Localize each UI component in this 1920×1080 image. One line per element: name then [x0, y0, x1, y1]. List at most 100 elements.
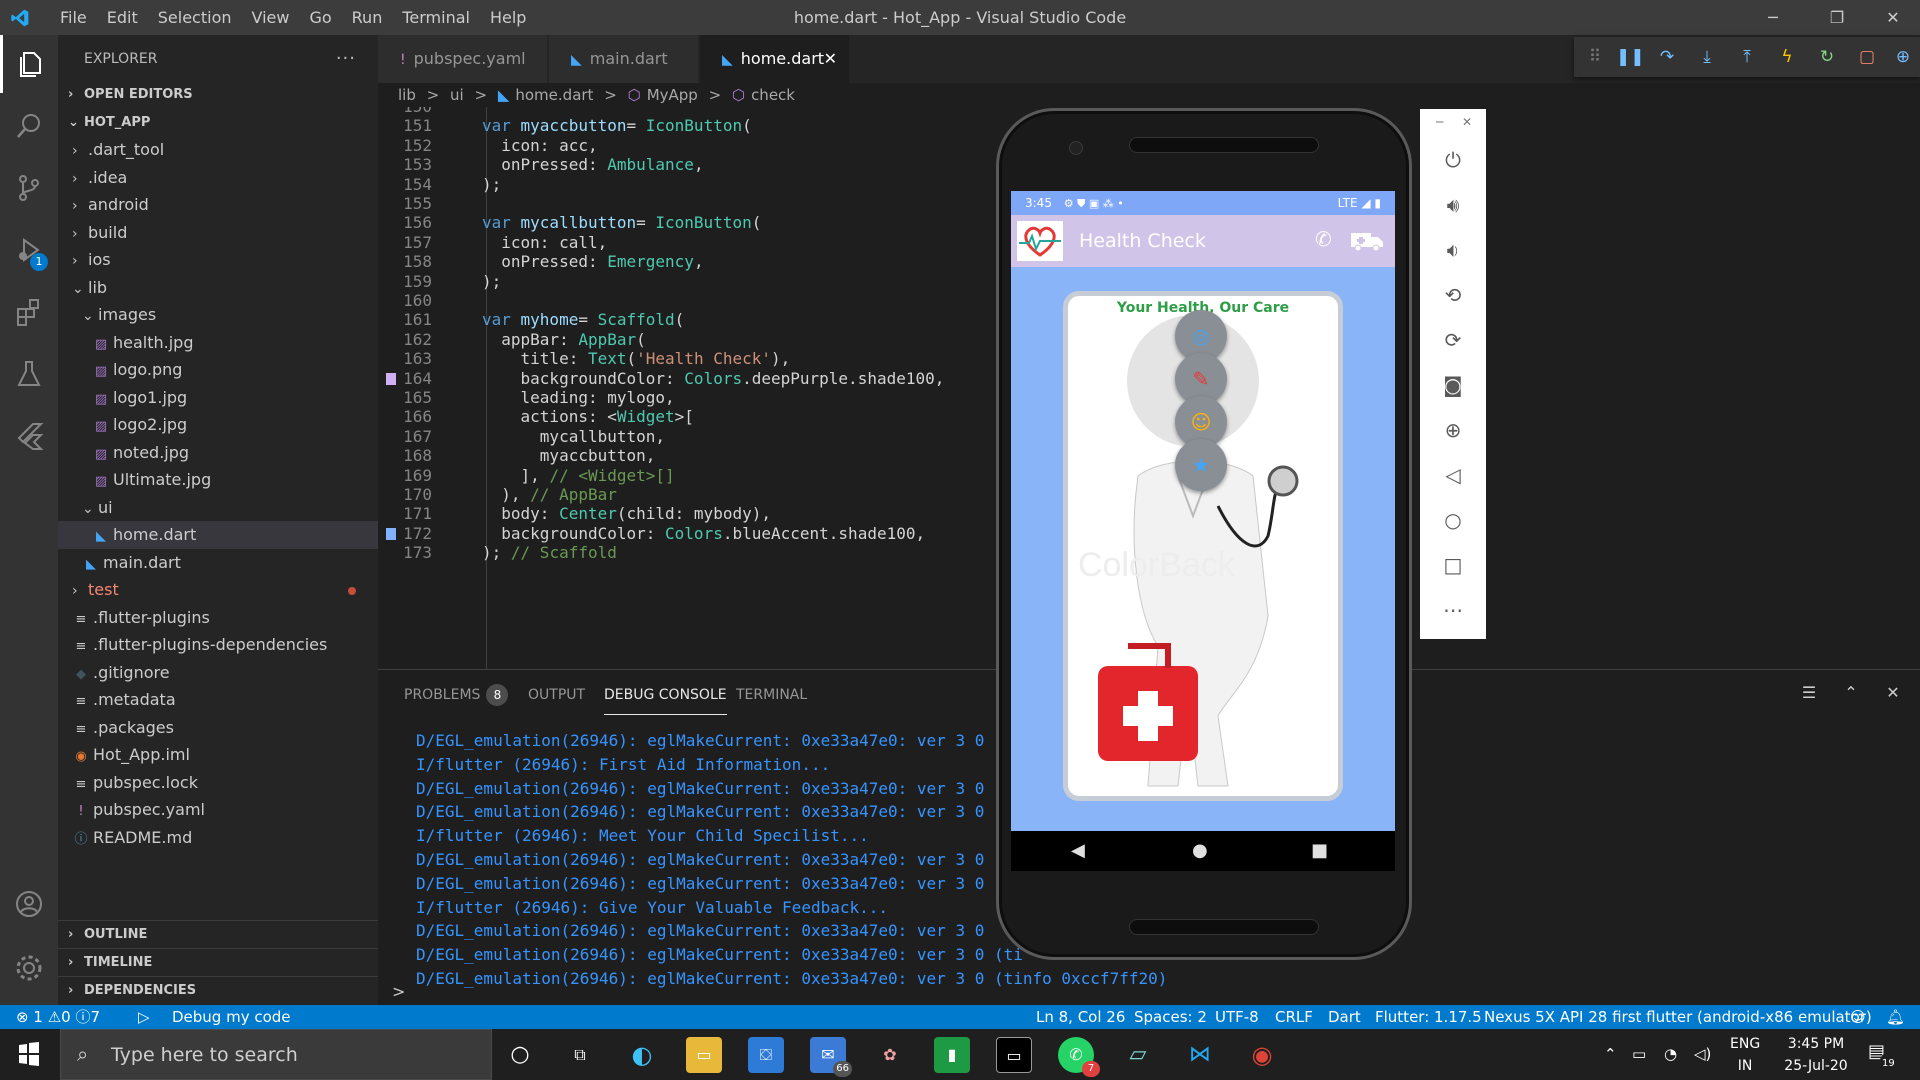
tab-problems[interactable]: PROBLEMS 8 [404, 684, 509, 712]
maximize-panel-icon[interactable]: ⌃ [1840, 682, 1862, 704]
menu-run[interactable]: Run [342, 0, 393, 35]
close-tab-icon[interactable]: ✕ [824, 35, 837, 83]
emulator-screen[interactable]: 3:45 ⚙ ⛊ ▣ ⁂ • LTE ◢ ▮ Health Check ✆ Yo… [1011, 191, 1395, 871]
hot-reload-icon[interactable]: ϟ [1776, 46, 1798, 68]
minimize-button[interactable]: ─ [1750, 0, 1796, 35]
tree-item[interactable]: ◉ Hot_App.iml [58, 741, 378, 769]
emu-close-icon[interactable]: ✕ [1462, 115, 1472, 129]
more-actions-icon[interactable]: ··· [336, 35, 356, 83]
menu-edit[interactable]: Edit [97, 0, 148, 35]
edge-icon[interactable]: ◐ [624, 1037, 660, 1073]
tree-item[interactable]: ▨ logo.png [58, 356, 378, 384]
breadcrumb-ui[interactable]: ui [450, 86, 464, 104]
menu-view[interactable]: View [242, 0, 300, 35]
windows-start-icon[interactable] [0, 1029, 58, 1080]
breadcrumb-class[interactable]: MyApp [647, 86, 698, 104]
power-icon[interactable]: ⏻ [1420, 145, 1486, 175]
step-out-icon[interactable]: ⤒ [1736, 46, 1758, 68]
menu-help[interactable]: Help [480, 0, 536, 35]
file-explorer-icon[interactable]: ▭ [686, 1037, 722, 1073]
zoom-icon[interactable]: ⊕ [1420, 415, 1486, 445]
rotate-right-icon[interactable]: ⟳ [1420, 325, 1486, 355]
extensions-activity[interactable] [0, 283, 58, 341]
breadcrumb-lib[interactable]: lib [398, 86, 416, 104]
volume-up-icon[interactable]: 🔊︎ [1420, 190, 1486, 220]
tree-item[interactable]: ▨ health.jpg [58, 329, 378, 357]
tab-output[interactable]: OUTPUT [528, 687, 585, 715]
taskbar-search[interactable]: ⌕ Type here to search [60, 1029, 492, 1080]
flutter-version-status[interactable]: Flutter: 1.17.5 [1375, 1005, 1482, 1029]
recents-icon[interactable]: ■ [1311, 831, 1328, 871]
clock[interactable]: 3:45 PM 25-Jul-20 [1774, 1033, 1858, 1077]
step-into-icon[interactable]: ⤓ [1696, 46, 1718, 68]
language-status[interactable]: Dart [1328, 1005, 1361, 1029]
paint-icon[interactable]: ✿ [872, 1037, 908, 1073]
tree-item[interactable]: ≡ pubspec.lock [58, 769, 378, 797]
debug-config-status[interactable]: Debug my code [172, 1005, 291, 1029]
tree-item[interactable]: ≡ .packages [58, 714, 378, 742]
debug-play-icon[interactable]: ▷ [138, 1005, 150, 1029]
vscode-taskbar-icon[interactable]: ⋈ [1182, 1037, 1218, 1073]
close-panel-icon[interactable]: ✕ [1882, 682, 1904, 704]
cortana-icon[interactable]: ○ [502, 1037, 538, 1073]
manage-activity[interactable] [0, 939, 58, 997]
tree-item[interactable]: ! pubspec.yaml [58, 796, 378, 824]
home-icon[interactable]: ● [1192, 831, 1208, 871]
run-debug-activity[interactable]: 1 [0, 221, 58, 279]
notes-app-icon[interactable]: ▮ [934, 1037, 970, 1073]
indentation-status[interactable]: Spaces: 2 [1134, 1005, 1207, 1029]
volume-icon[interactable]: ◁) [1694, 1043, 1711, 1065]
tab-main-dart[interactable]: ◣ main.dart [549, 35, 699, 83]
breadcrumb-file[interactable]: home.dart [515, 86, 593, 104]
whatsapp-icon[interactable]: ✆ 7 [1058, 1037, 1100, 1077]
cursor-position-status[interactable]: Ln 8, Col 26 [1036, 1005, 1125, 1029]
close-window-button[interactable]: ✕ [1870, 0, 1916, 35]
tree-item[interactable]: ◣ main.dart [58, 549, 378, 577]
stop-icon[interactable]: ▢ [1856, 46, 1878, 68]
camera-icon[interactable]: ◙ [1420, 370, 1486, 400]
restart-icon[interactable]: ↻ [1816, 46, 1838, 68]
tree-item[interactable]: ⌄ ui [58, 494, 378, 522]
encoding-status[interactable]: UTF-8 [1215, 1005, 1259, 1029]
notepad-icon[interactable]: ▱ [1120, 1037, 1156, 1073]
tree-item[interactable]: › .dart_tool [58, 136, 378, 164]
tree-item[interactable]: ⌄ lib [58, 274, 378, 302]
search-activity[interactable] [0, 97, 58, 155]
emu-back-icon[interactable]: ◁ [1420, 460, 1486, 490]
project-section[interactable]: ⌄ HOT_APP [58, 110, 378, 136]
ambulance-icon[interactable] [1349, 229, 1385, 253]
restore-button[interactable]: ❐ [1814, 0, 1860, 35]
menu-file[interactable]: File [50, 0, 97, 35]
emu-home-icon[interactable]: ○ [1420, 505, 1486, 535]
tree-item[interactable]: ⓘ README.md [58, 824, 378, 852]
tab-terminal[interactable]: TERMINAL [736, 687, 807, 715]
menu-go[interactable]: Go [299, 0, 341, 35]
back-icon[interactable]: ◀ [1071, 831, 1085, 871]
tree-item[interactable]: › android [58, 191, 378, 219]
menu-selection[interactable]: Selection [148, 0, 242, 35]
flutter-outline-activity[interactable] [0, 407, 58, 465]
tree-item[interactable]: › test [58, 576, 378, 604]
tree-item[interactable]: ▨ logo1.jpg [58, 384, 378, 412]
tree-item[interactable]: ◣ home.dart [58, 521, 378, 549]
drag-handle-icon[interactable]: ⠿ [1584, 46, 1606, 68]
tree-item[interactable]: ≡ .metadata [58, 686, 378, 714]
task-view-icon[interactable]: ⧉ [562, 1037, 598, 1073]
wifi-icon[interactable]: ◔ [1664, 1043, 1677, 1065]
tree-item[interactable]: › build [58, 219, 378, 247]
store-icon[interactable]: ⛋ [748, 1037, 784, 1073]
device-status[interactable]: Nexus 5X API 28 first flutter (android-x… [1484, 1005, 1872, 1029]
tree-item[interactable]: ▨ logo2.jpg [58, 411, 378, 439]
tree-item[interactable]: ≡ .flutter-plugins-dependencies [58, 631, 378, 659]
timeline-section[interactable]: › TIMELINE [58, 950, 378, 976]
dependencies-section[interactable]: › DEPENDENCIES [58, 978, 378, 1004]
outline-section[interactable]: › OUTLINE [58, 922, 378, 948]
eol-status[interactable]: CRLF [1275, 1005, 1313, 1029]
notification-icon[interactable]: ▤ 19 [1868, 1041, 1897, 1075]
filter-icon[interactable]: ☰ [1798, 682, 1820, 704]
tree-item[interactable]: ≡ .flutter-plugins [58, 604, 378, 632]
source-control-activity[interactable] [0, 159, 58, 217]
tree-item[interactable]: ▨ noted.jpg [58, 439, 378, 467]
tree-item[interactable]: › ios [58, 246, 378, 274]
tab-debug-console[interactable]: DEBUG CONSOLE [604, 687, 727, 715]
